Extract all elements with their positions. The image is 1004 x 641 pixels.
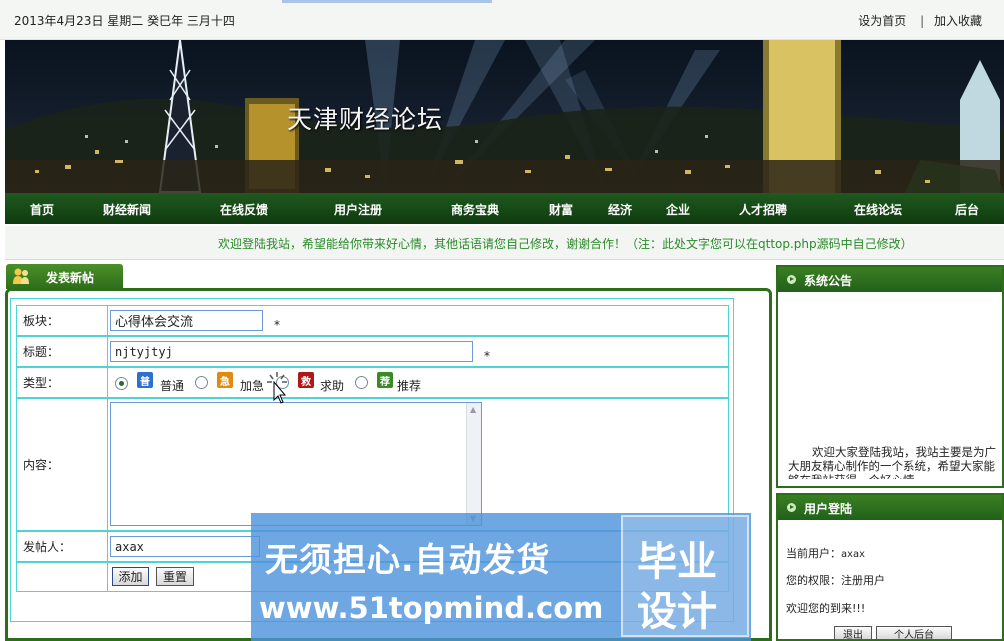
help-type-icon: 救 [298,372,314,388]
role-label: 您的权限： [786,574,841,587]
post-tab: 发表新帖 [6,264,123,289]
title-field[interactable]: njtyjtyj [110,341,473,362]
nav-item-register[interactable]: 用户注册 [334,201,382,218]
type-label-normal: 普通 [160,379,185,393]
board-required-mark: * [274,318,280,332]
set-home-link[interactable]: 设为首页 [858,14,906,28]
nav-item-economy[interactable]: 经济 [608,201,632,218]
post-tab-title: 发表新帖 [46,271,95,285]
notice-text: 欢迎大家登陆我站，我站主要是为广大朋友精心制作的一个系统，希望大家能够在我站获得… [788,445,996,479]
normal-type-icon: 普 [137,372,153,388]
poster-label: 发帖人： [17,532,108,561]
type-radio-urgent[interactable] [195,376,208,389]
nav-item-home[interactable]: 首页 [30,201,54,218]
login-box: 用户登陆 当前用户：axax 您的权限：注册用户 欢迎您的到来!!! 退出 个人… [776,493,1004,641]
notice-box: 系统公告 欢迎大家登陆我站，我站主要是为广大朋友精心制作的一个系统，希望大家能够… [776,265,1004,488]
busy-cursor-icon [267,372,287,404]
type-label-urgent: 加急 [240,379,265,393]
city-skyline-image [5,40,1004,193]
notice-title: 系统公告 [804,274,853,288]
greeting-text: 欢迎您的到来!!! [786,602,866,615]
reset-button[interactable]: 重置 [156,567,194,586]
current-user-value: axax [841,549,866,560]
user-admin-button[interactable]: 个人后台 [876,626,952,641]
link-separator: | [920,14,925,28]
nav-item-wealth[interactable]: 财富 [549,201,573,218]
nav-item-feedback[interactable]: 在线反馈 [220,201,268,218]
watermark-badge-line2: 设计 [637,589,717,635]
nav-item-forum[interactable]: 在线论坛 [854,201,902,218]
role-value: 注册用户 [841,574,885,587]
type-radio-recommend[interactable] [355,376,368,389]
poster-field[interactable]: axax [110,536,260,557]
content-scrollbar[interactable]: ▲ ▼ [466,403,481,525]
board-field[interactable]: 心得体会交流 [110,310,263,331]
login-header: 用户登陆 [778,495,1002,520]
role-line: 您的权限：注册用户 [786,572,885,588]
welcome-text: 欢迎登陆我站，希望能给你带来好心情，其他话语请您自己修改，谢谢合作！（注：此处文… [218,237,913,251]
welcome-bar: 欢迎登陆我站，希望能给你带来好心情，其他话语请您自己修改，谢谢合作！（注：此处文… [5,226,1004,260]
add-button[interactable]: 添加 [112,567,149,586]
main-nav: 首页 财经新闻 在线反馈 用户注册 商务宝典 财富 经济 企业 人才招聘 在线论… [5,193,1004,224]
top-bar: 2013年4月23日 星期二 癸巳年 三月十四 设为首页 | 加入收藏 [0,0,1004,40]
banner: 天津财经论坛 [5,40,1004,193]
watermark-slogan: 无须担心.自动发货 [265,540,551,579]
watermark-badge: 毕业 设计 [621,515,749,637]
watermark-overlay: 无须担心.自动发货 www.51topmind.com 毕业 设计 [251,513,751,641]
date-text: 2013年4月23日 星期二 癸巳年 三月十四 [14,14,235,28]
logout-button[interactable]: 退出 [834,626,872,641]
nav-item-business[interactable]: 商务宝典 [451,201,499,218]
type-radio-normal[interactable] [115,377,128,390]
login-title: 用户登陆 [804,502,853,516]
nav-item-enterprise[interactable]: 企业 [666,201,690,218]
actions-label-cell [17,563,108,591]
arrow-right-icon [787,275,796,284]
type-label-recommend: 推荐 [397,379,422,393]
urgent-type-icon: 急 [217,372,233,388]
nav-item-jobs[interactable]: 人才招聘 [739,201,787,218]
watermark-url: www.51topmind.com [259,591,604,625]
title-label: 标题： [17,337,108,366]
type-label-help: 求助 [320,379,345,393]
scroll-up-icon[interactable]: ▲ [470,405,476,414]
nav-item-finance-news[interactable]: 财经新闻 [103,201,151,218]
notice-header: 系统公告 [778,267,1002,292]
title-required-mark: * [484,349,490,363]
content-label: 内容： [17,399,108,530]
current-user-label: 当前用户： [786,547,841,560]
current-user-line: 当前用户：axax [786,545,865,561]
content-textarea[interactable] [110,402,482,526]
site-title: 天津财经论坛 [287,105,444,134]
nav-item-admin[interactable]: 后台 [955,201,979,218]
type-label: 类型： [17,368,108,397]
top-links: 设为首页 | 加入收藏 [858,12,982,29]
board-label: 板块： [17,306,108,335]
browser-tab-hint [282,0,492,3]
add-favorite-link[interactable]: 加入收藏 [934,14,982,28]
arrow-right-icon [787,503,796,512]
recommend-type-icon: 荐 [377,372,393,388]
users-icon [13,268,29,284]
